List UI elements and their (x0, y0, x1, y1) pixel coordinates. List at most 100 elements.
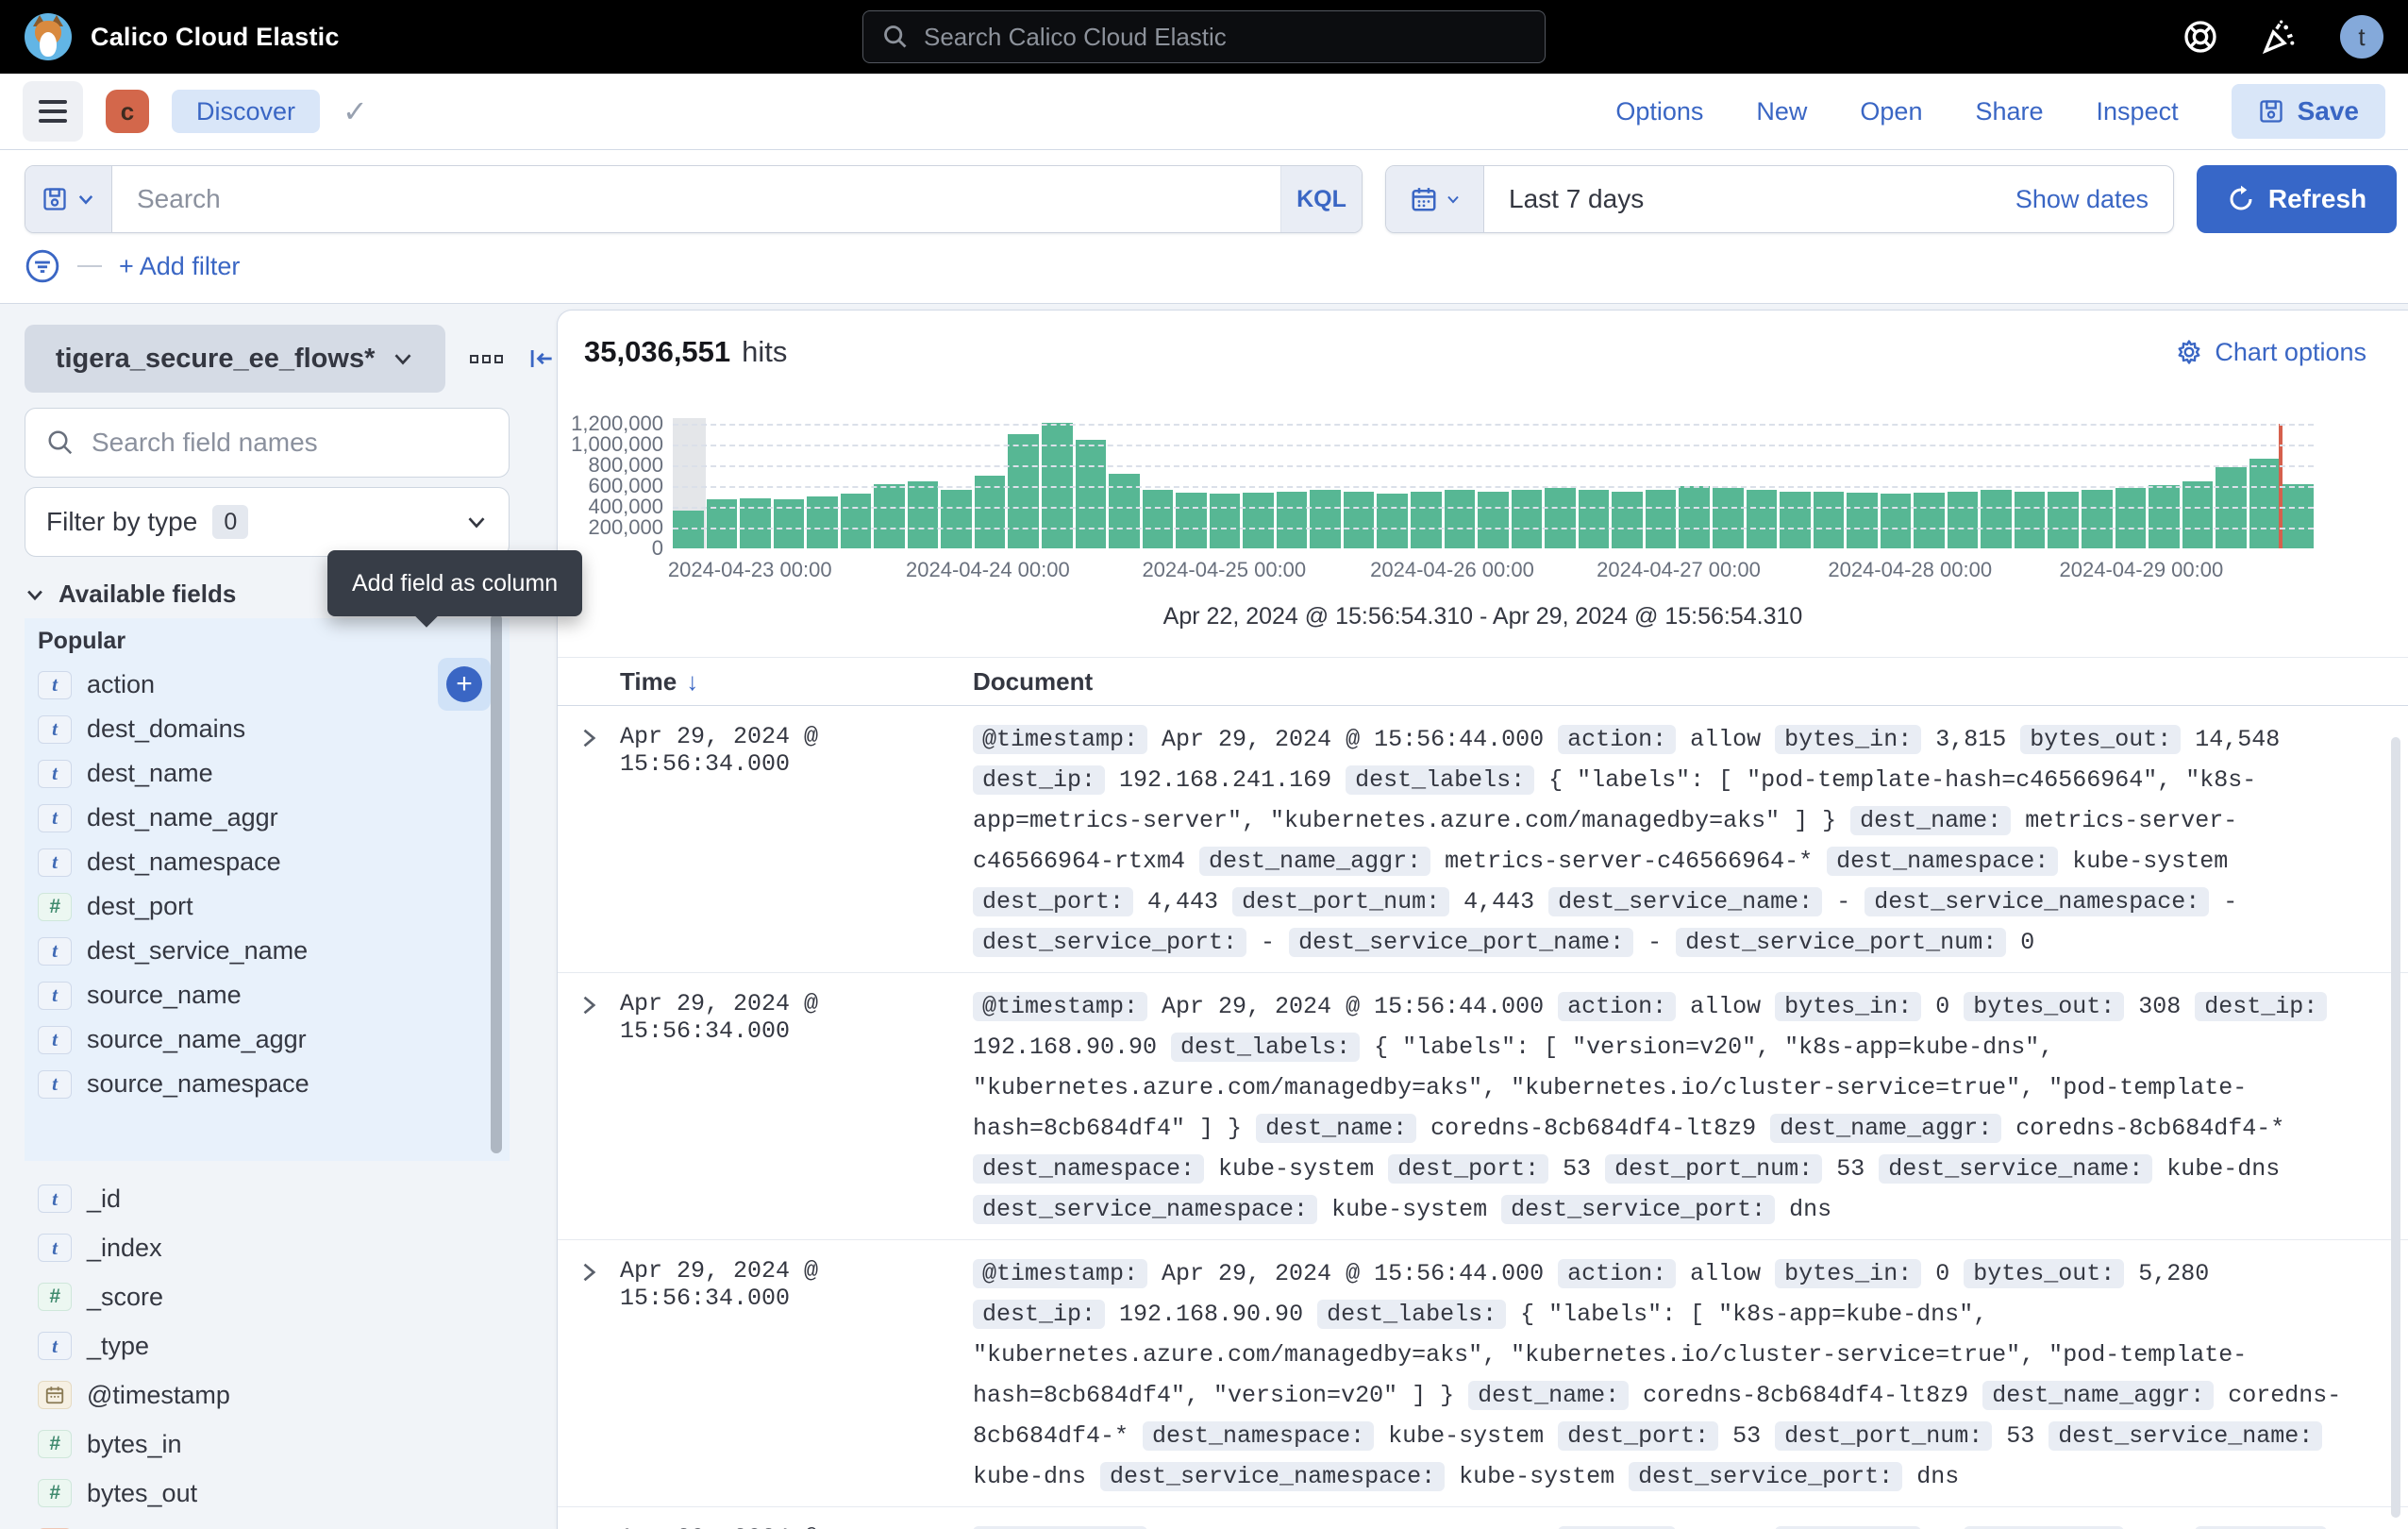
table-row: Apr 29, 2024 @ 15:56:34.000@timestamp: A… (558, 1239, 2408, 1506)
histogram-bar (1981, 490, 2012, 548)
histogram-bar (1747, 490, 1778, 548)
user-avatar[interactable]: t (2340, 15, 2383, 59)
field-name: source_namespace (87, 1069, 309, 1099)
histogram-chart[interactable]: 1,200,0001,000,000800,000600,000400,0002… (558, 424, 2408, 548)
expand-row-button[interactable] (558, 719, 620, 963)
show-dates-button[interactable]: Show dates (2015, 185, 2173, 214)
search-icon (882, 24, 909, 50)
nav-link-inspect[interactable]: Inspect (2097, 97, 2179, 126)
doc-time-cell: Apr 29, 2024 @ 15:56:34.000 (620, 986, 973, 1230)
histogram-bar (2182, 481, 2214, 548)
field-item-source_name[interactable]: tsource_name (25, 973, 510, 1017)
table-row: Apr 29, 2024 @ 15:56:34.000@timestamp: A… (558, 1506, 2408, 1529)
date-picker[interactable]: Last 7 days Show dates (1385, 165, 2174, 233)
help-lifering-icon[interactable] (2182, 18, 2219, 56)
x-axis-tick-label: 2024-04-29 00:00 (2060, 558, 2224, 582)
field-item-_index[interactable]: t _index (25, 1223, 510, 1272)
histogram-bar (1210, 494, 1241, 548)
collapse-sidebar-icon[interactable] (527, 344, 557, 374)
doc-time-cell: Apr 29, 2024 @ 15:56:34.000 (620, 719, 973, 963)
field-item-source_name_aggr[interactable]: tsource_name_aggr (25, 1017, 510, 1062)
add-field-as-column-button[interactable]: + (438, 658, 491, 711)
gridline (673, 445, 2314, 446)
saved-query-menu-button[interactable] (25, 166, 112, 232)
filter-icon[interactable] (25, 248, 60, 284)
field-item-action[interactable]: taction+ (25, 663, 510, 707)
text-field-icon: t (38, 1185, 72, 1213)
expand-row-button[interactable] (558, 1521, 620, 1529)
field-item-dest_ip[interactable]: IPdest_ip (25, 1518, 510, 1529)
doc-field-badge: dest_service_namespace: (973, 1195, 1317, 1224)
doc-field-badge: dest_service_namespace: (1865, 887, 2209, 916)
nav-links: Options New Open Share Inspect (1615, 97, 2178, 126)
time-range-value[interactable]: Last 7 days (1484, 184, 2015, 214)
nav-link-options[interactable]: Options (1615, 97, 1703, 126)
time-range-summary: Apr 22, 2024 @ 15:56:54.310 - Apr 29, 20… (558, 603, 2408, 630)
news-party-popper-icon[interactable] (2261, 18, 2299, 56)
histogram-y-axis: 1,200,0001,000,000800,000600,000400,0002… (567, 424, 673, 548)
text-field-icon: t (38, 937, 72, 966)
index-pattern-select[interactable]: tigera_secure_ee_flows* (25, 325, 445, 393)
gridline (673, 486, 2314, 488)
table-scrollbar[interactable] (2391, 737, 2400, 1518)
x-axis-tick-label: 2024-04-27 00:00 (1597, 558, 1761, 582)
nav-link-open[interactable]: Open (1860, 97, 1922, 126)
kql-language-button[interactable]: KQL (1280, 166, 1362, 232)
field-name: source_name_aggr (87, 1025, 307, 1054)
field-item-dest_port[interactable]: #dest_port (25, 884, 510, 929)
doc-field-badge: @timestamp: (973, 1259, 1147, 1288)
doc-field-badge: dest_service_port_num: (1676, 928, 2006, 957)
field-item-source_namespace[interactable]: tsource_namespace (25, 1062, 510, 1106)
expand-row-button[interactable] (558, 1253, 620, 1497)
boxes-horizontal-icon[interactable] (470, 355, 503, 363)
field-item-bytes_out[interactable]: #bytes_out (25, 1469, 510, 1518)
field-item-dest_service_name[interactable]: tdest_service_name (25, 929, 510, 973)
field-item-_score[interactable]: #_score (25, 1272, 510, 1321)
brand-title: Calico Cloud Elastic (91, 23, 340, 52)
histogram-bar (2283, 484, 2314, 548)
gridline (673, 465, 2314, 467)
field-name: dest_namespace (87, 848, 281, 877)
refresh-button[interactable]: Refresh (2197, 165, 2397, 233)
field-item-dest_name_aggr[interactable]: tdest_name_aggr (25, 796, 510, 840)
filter-by-type-select[interactable]: Filter by type 0 (25, 487, 510, 557)
nav-link-share[interactable]: Share (1975, 97, 2043, 126)
histogram-bar (1579, 490, 1610, 548)
save-button[interactable]: Save (2232, 84, 2385, 139)
field-name: _index (87, 1234, 162, 1263)
field-item-@timestamp[interactable]: @timestamp (25, 1370, 510, 1420)
add-filter-button[interactable]: + Add filter (119, 252, 240, 281)
doc-field-badge: bytes_out: (1964, 992, 2124, 1021)
query-block: Search KQL Last 7 days Show dates Refres… (0, 150, 2408, 304)
field-search-input[interactable]: Search field names (25, 408, 510, 478)
field-item-_id[interactable]: t_id (25, 1174, 510, 1223)
breadcrumb[interactable]: Discover (172, 90, 320, 133)
query-search-input[interactable]: Search KQL (25, 165, 1363, 233)
gridline (673, 507, 2314, 509)
text-field-icon: t (38, 1234, 72, 1262)
field-item-dest_namespace[interactable]: tdest_namespace (25, 840, 510, 884)
space-avatar[interactable]: c (106, 90, 149, 133)
histogram-bar (1881, 494, 1912, 548)
field-item-bytes_in[interactable]: #bytes_in (25, 1420, 510, 1469)
field-item-_type[interactable]: t _type (25, 1321, 510, 1370)
histogram-bar (1076, 440, 1107, 549)
doc-field-badge: dest_service_name: (1879, 1154, 2152, 1184)
field-item-dest_name[interactable]: tdest_name (25, 751, 510, 796)
doc-source-cell: @timestamp: Apr 29, 2024 @ 15:56:44.000 … (973, 1521, 2408, 1529)
global-search-input[interactable]: Search Calico Cloud Elastic (862, 10, 1546, 63)
doc-field-badge: dest_name: (1468, 1381, 1629, 1410)
time-column-header[interactable]: Time ↓ (620, 667, 973, 697)
chart-options-button[interactable]: Chart options (2175, 338, 2366, 367)
nav-link-new[interactable]: New (1756, 97, 1807, 126)
menu-hamburger-button[interactable] (23, 81, 83, 142)
expand-row-button[interactable] (558, 986, 620, 1230)
histogram-bar (2115, 488, 2147, 548)
doc-field-badge: action: (1558, 992, 1676, 1021)
sidebar-scrollbar[interactable] (491, 613, 502, 1153)
fields-sidebar: tigera_secure_ee_flows* Search field nam… (0, 304, 557, 1529)
text-field-icon: t (38, 1332, 72, 1360)
field-name: _type (87, 1332, 149, 1361)
date-quick-select-button[interactable] (1386, 166, 1484, 232)
field-item-dest_domains[interactable]: tdest_domains (25, 707, 510, 751)
